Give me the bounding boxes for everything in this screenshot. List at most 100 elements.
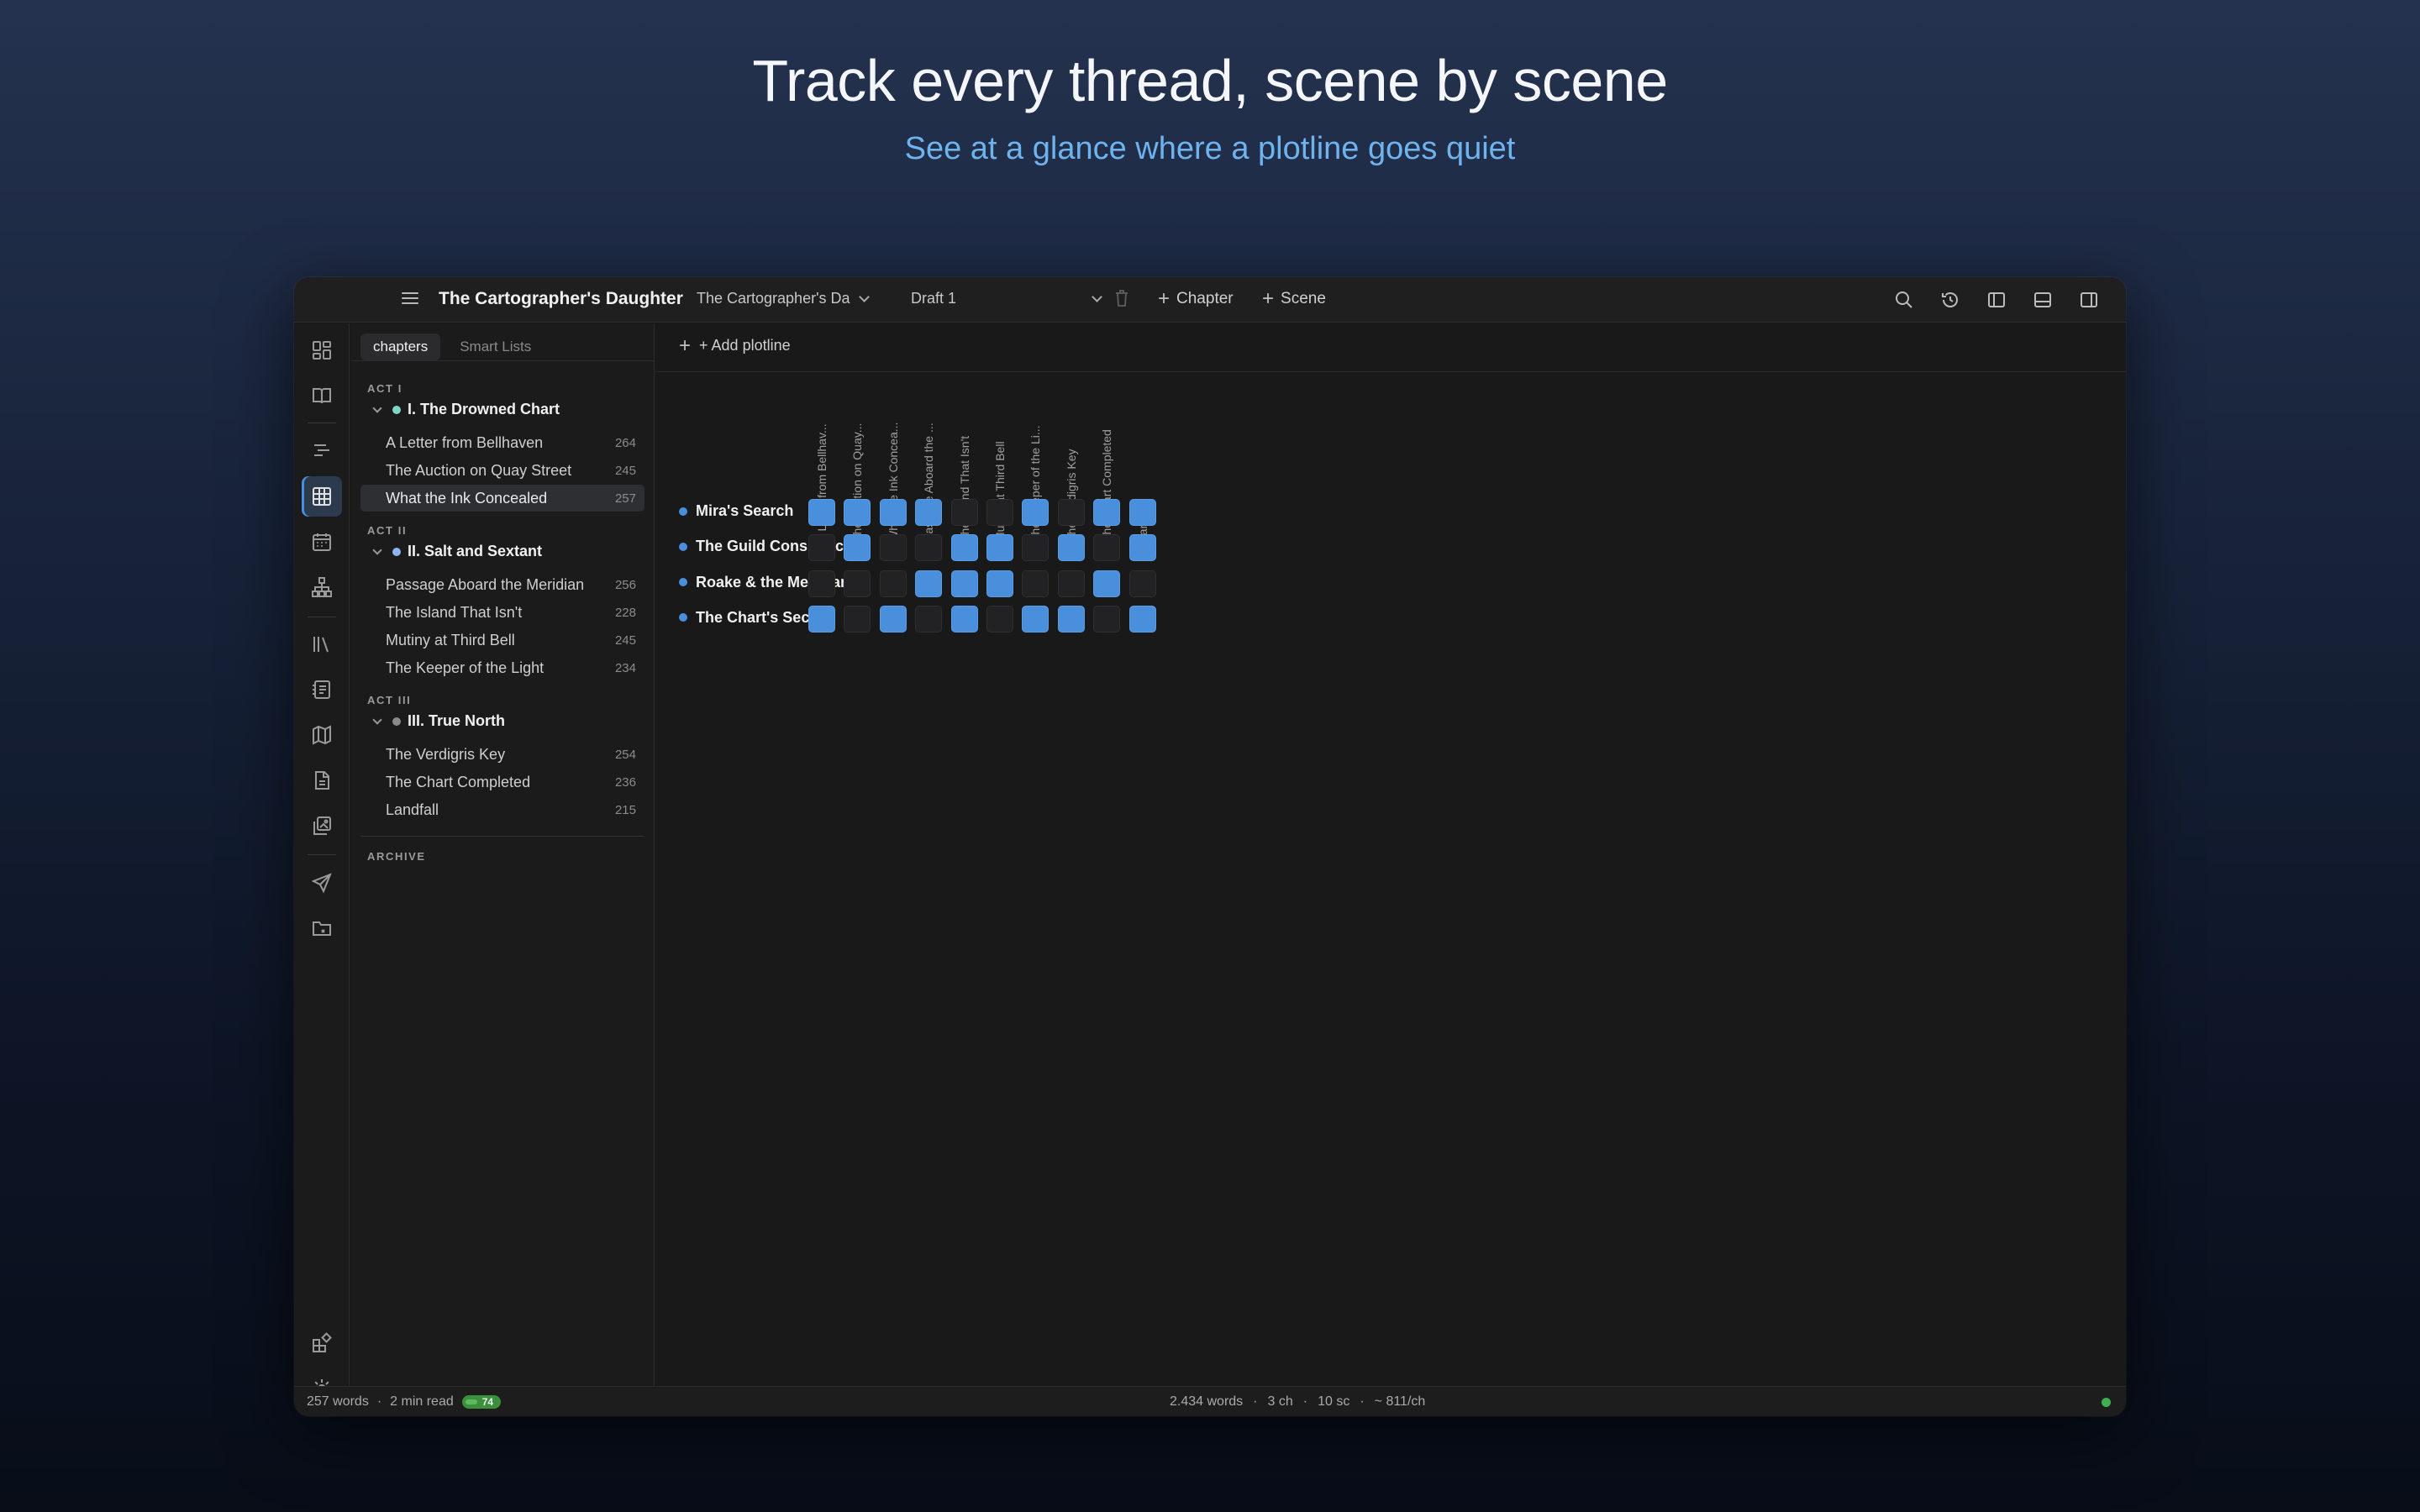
plotline-cell-active[interactable]	[1093, 499, 1121, 526]
gallery-icon[interactable]	[302, 806, 342, 846]
plotline-cell-active[interactable]	[808, 605, 835, 633]
plotline-cell-empty[interactable]	[879, 534, 907, 562]
plotline-cell-empty[interactable]	[1093, 605, 1121, 633]
scene-word-count: 245	[614, 633, 636, 648]
scene-item[interactable]: Landfall 215	[360, 796, 644, 823]
plotline-cell-active[interactable]	[1057, 605, 1085, 633]
scene-item[interactable]: The Verdigris Key 254	[360, 741, 644, 768]
chapter-item[interactable]: III. True North	[371, 712, 505, 730]
plotline-cell-empty[interactable]	[879, 570, 907, 597]
chevron-down-icon[interactable]	[372, 544, 382, 555]
plotline-cell-empty[interactable]	[986, 605, 1013, 633]
hierarchy-icon[interactable]	[302, 567, 342, 607]
plotline-cell-empty[interactable]	[915, 534, 943, 562]
notes-icon[interactable]	[302, 669, 342, 710]
calendar-icon[interactable]	[302, 522, 342, 562]
plotline-cell-active[interactable]	[808, 499, 835, 526]
chapter-item[interactable]: II. Salt and Sextant	[371, 543, 542, 560]
scene-title: Mutiny at Third Bell	[386, 631, 515, 648]
bottom-panel-icon[interactable]	[2030, 287, 2054, 312]
plotline-cell-active[interactable]	[950, 534, 978, 562]
plotline-row-label[interactable]: Mira's Search	[679, 502, 793, 520]
plotline-cell-empty[interactable]	[844, 570, 871, 597]
chevron-down-icon[interactable]	[372, 714, 382, 725]
scene-item[interactable]: The Chart Completed 236	[360, 769, 644, 795]
plotline-cell-active[interactable]	[986, 534, 1013, 562]
add-scene-button[interactable]: + Scene	[1262, 289, 1326, 309]
plotline-cell-empty[interactable]	[915, 605, 943, 633]
tab-chapters[interactable]: chapters	[360, 333, 441, 360]
plotline-cell-empty[interactable]	[1022, 570, 1050, 597]
plotline-cell-active[interactable]	[986, 570, 1013, 597]
draft-select-value: Draft 1	[911, 290, 957, 307]
plotline-color-dot	[679, 507, 687, 516]
dashboard-icon[interactable]	[302, 330, 342, 370]
plotline-cell-active[interactable]	[1057, 534, 1085, 562]
archive-label[interactable]: ARCHIVE	[367, 850, 426, 863]
plotline-cell-active[interactable]	[1022, 499, 1050, 526]
menu-icon[interactable]	[400, 289, 420, 309]
send-icon[interactable]	[302, 863, 342, 903]
plotline-cell-active[interactable]	[844, 499, 871, 526]
plotline-cell-empty[interactable]	[1057, 570, 1085, 597]
library-icon[interactable]	[302, 624, 342, 664]
book-select[interactable]: The Cartographer's Da	[697, 290, 870, 307]
scene-item[interactable]: Mutiny at Third Bell 245	[360, 627, 644, 654]
plotline-cell-empty[interactable]	[1128, 570, 1156, 597]
trash-icon[interactable]	[1113, 288, 1130, 308]
plotline-cell-active[interactable]	[915, 499, 943, 526]
plotline-cell-active[interactable]	[879, 605, 907, 633]
separator: ·	[1360, 1394, 1365, 1409]
plotline-cell-active[interactable]	[915, 570, 943, 597]
plotline-cell-empty[interactable]	[950, 499, 978, 526]
chevron-down-icon[interactable]	[372, 402, 382, 413]
plotline-cell-active[interactable]	[1128, 605, 1156, 633]
plotline-cell-active[interactable]	[1128, 534, 1156, 562]
plotline-cell-empty[interactable]	[1022, 534, 1050, 562]
plotline-cell-empty[interactable]	[808, 534, 835, 562]
grid-icon[interactable]	[302, 476, 342, 517]
plotline-cell-empty[interactable]	[1093, 534, 1121, 562]
plotline-cell-empty[interactable]	[1057, 499, 1085, 526]
plotline-cell-empty[interactable]	[986, 499, 1013, 526]
map-icon[interactable]	[302, 715, 342, 755]
plugins-icon[interactable]	[302, 1323, 342, 1363]
add-chapter-button[interactable]: + Chapter	[1158, 289, 1234, 309]
folder-link-icon[interactable]	[302, 908, 342, 948]
plotline-cell-active[interactable]	[1022, 605, 1050, 633]
plotline-cell-empty[interactable]	[844, 605, 871, 633]
plotline-cell-active[interactable]	[950, 605, 978, 633]
scene-item[interactable]: The Auction on Quay Street 245	[360, 457, 644, 484]
plotline-cell-active[interactable]	[879, 499, 907, 526]
act-label: ACT I	[367, 382, 402, 395]
right-panel-icon[interactable]	[2076, 287, 2101, 312]
left-panel-icon[interactable]	[1984, 287, 2008, 312]
outline-icon[interactable]	[302, 430, 342, 470]
scene-word-count: 256	[614, 577, 636, 592]
add-plotline-button[interactable]: + + Add plotline	[679, 333, 791, 357]
activity-divider	[308, 854, 336, 855]
tab-smart-lists[interactable]: Smart Lists	[447, 333, 544, 360]
plotline-cell-active[interactable]	[950, 570, 978, 597]
history-icon[interactable]	[1938, 287, 1962, 312]
draft-select[interactable]: Draft 1	[911, 290, 1102, 307]
scene-item[interactable]: Passage Aboard the Meridian 256	[360, 571, 644, 598]
scene-item[interactable]: The Keeper of the Light 234	[360, 654, 644, 681]
plus-icon: +	[679, 333, 692, 357]
scene-item[interactable]: The Island That Isn't 228	[360, 599, 644, 626]
separator: ·	[376, 1394, 382, 1409]
plotline-cell-active[interactable]	[1128, 499, 1156, 526]
titlebar: The Cartographer's Daughter The Cartogra…	[294, 277, 2126, 323]
plotline-row-label[interactable]: The Chart's Secret	[679, 609, 829, 627]
scene-item[interactable]: What the Ink Concealed 257	[360, 485, 644, 512]
plotline-cell-active[interactable]	[844, 534, 871, 562]
plotline-cell-empty[interactable]	[808, 570, 835, 597]
document-icon[interactable]	[302, 760, 342, 801]
chapter-item[interactable]: I. The Drowned Chart	[371, 401, 560, 418]
scene-item[interactable]: A Letter from Bellhaven 264	[360, 429, 644, 456]
progress-badge: 74	[461, 1395, 502, 1409]
search-icon[interactable]	[1891, 287, 1916, 312]
plotline-cell-active[interactable]	[1093, 570, 1121, 597]
sidebar: chapters Smart Lists ACT I I. The Drowne…	[350, 323, 655, 1386]
book-icon[interactable]	[302, 375, 342, 416]
